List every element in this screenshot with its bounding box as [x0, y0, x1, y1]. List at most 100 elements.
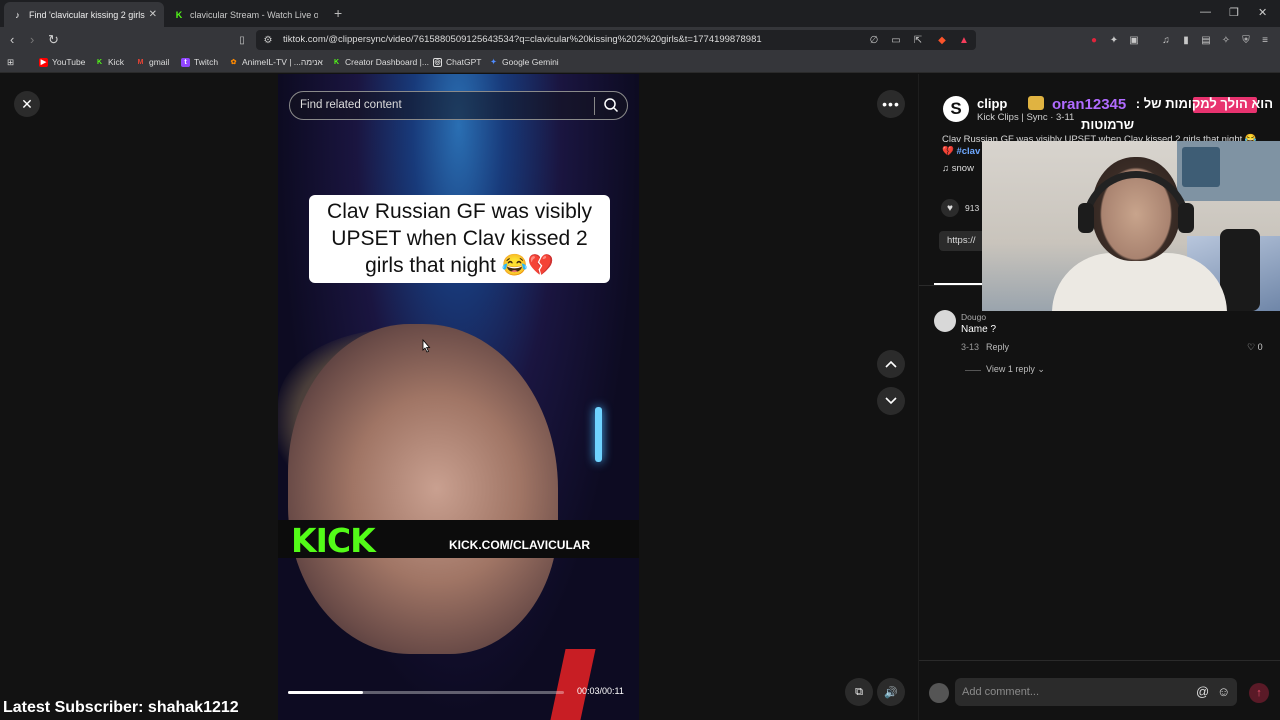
bookmark-youtube[interactable]: ▶ YouTube [39, 57, 85, 67]
emoji-icon[interactable]: ☺ [1217, 684, 1230, 699]
vpn-icon[interactable]: ⛨ [1240, 34, 1252, 46]
twitch-icon: t [181, 57, 190, 67]
details-panel: S clipp Kick Clips | Sync · 3-11 Clav Ru… [918, 74, 1280, 720]
window-close-icon[interactable]: ✕ [1258, 6, 1267, 19]
like-count: 913 [965, 203, 980, 213]
chatgpt-icon: ◎ [433, 57, 442, 67]
tab-tiktok[interactable]: ♪ Find 'clavicular kissing 2 girls ✕ [4, 2, 164, 27]
comment-composer: Add comment... @ ☺ ↑ [919, 660, 1280, 720]
webcam-poster [1182, 147, 1220, 187]
url-text: tiktok.com/@clippersync/video/7615880509… [283, 34, 762, 45]
more-options-button[interactable]: ••• [877, 90, 905, 118]
comment-like-button[interactable]: ♡ 0 [1247, 342, 1263, 353]
author-name[interactable]: clipp [977, 96, 1007, 111]
search-divider [594, 97, 595, 115]
comment-reply-button[interactable]: Reply [986, 342, 1009, 352]
reload-icon[interactable]: ↻ [48, 32, 59, 48]
apps-icon[interactable]: ⊞ [7, 57, 14, 68]
previous-video-button[interactable] [877, 350, 905, 378]
bookmark-animeil[interactable]: ✿ AnimeIL-TV | ...אנימה [229, 57, 323, 67]
streamer-webcam [982, 141, 1280, 311]
bookmark-icon[interactable]: ▯ [236, 34, 248, 46]
chevron-down-icon: ⌄ [1037, 364, 1045, 374]
volume-icon: 🔊 [884, 686, 898, 699]
volume-button[interactable]: 🔊 [877, 678, 905, 706]
pip-button[interactable]: ⧉ [845, 678, 873, 706]
tiktok-video-page: ✕ Find related content Clav Russian GF w… [0, 74, 1280, 720]
extensions-icon[interactable]: ✦ [1108, 34, 1120, 46]
gemini-icon: ✦ [490, 59, 497, 66]
stream-overlay-bar: oran12345 הוא הולך למקומות של : שרמוטות [1019, 94, 1280, 132]
video-progress-bar[interactable] [288, 691, 564, 694]
video-frame-neon-light [595, 407, 602, 462]
post-hashtag[interactable]: 💔 #clav [942, 146, 980, 157]
search-icon[interactable] [603, 97, 619, 113]
media-icon[interactable]: ♫ [1160, 34, 1172, 46]
related-search-placeholder: Find related content [300, 99, 402, 111]
brave-rewards-icon[interactable]: ▲ [958, 34, 970, 46]
tab-strip: ♪ Find 'clavicular kissing 2 girls ✕ K c… [0, 0, 1280, 27]
bookmark-kick[interactable]: K Kick [95, 57, 124, 67]
close-video-button[interactable]: ✕ [14, 91, 40, 117]
bookmark-chatgpt[interactable]: ◎ ChatGPT [433, 57, 481, 67]
related-search-input[interactable]: Find related content [289, 91, 628, 120]
kick-logo: KICK [291, 521, 376, 560]
bookmark-label: gmail [149, 57, 170, 67]
bookmark-label: ChatGPT [446, 57, 482, 67]
kick-banner: KICK KICK.COM/CLAVICULAR [278, 520, 639, 560]
youtube-icon: ▶ [39, 57, 48, 67]
tab-title: Find 'clavicular kissing 2 girls [29, 9, 145, 20]
overlay-message: הוא הולך למקומות של : [1135, 96, 1273, 111]
screenshot-icon[interactable]: ▣ [1128, 34, 1140, 46]
wallet-icon[interactable]: ▤ [1200, 34, 1212, 46]
video-progress-fill [288, 691, 363, 694]
chevron-down-icon [885, 397, 897, 405]
brave-shield-icon[interactable]: ◆ [936, 34, 948, 46]
minimize-icon[interactable]: — [1200, 6, 1211, 18]
view-replies-button[interactable]: View 1 reply ⌄ [986, 364, 1045, 375]
mention-icon[interactable]: @ [1196, 684, 1209, 699]
bookmark-gemini[interactable]: ✦ Google Gemini [489, 57, 559, 67]
url-field[interactable]: ⚙ tiktok.com/@clippersync/video/76158805… [256, 30, 976, 50]
cast-icon[interactable]: ▭ [890, 34, 902, 46]
new-tab-button[interactable]: + [334, 5, 342, 21]
forward-icon[interactable]: › [30, 32, 34, 47]
post-music[interactable]: ♫ snow [942, 163, 974, 174]
bookmark-label: Kick [108, 57, 125, 67]
tab-title: clavicular Stream - Watch Live on Kic [190, 9, 318, 20]
maximize-icon[interactable]: ❐ [1229, 6, 1239, 19]
back-icon[interactable]: ‹ [10, 32, 14, 47]
site-info-icon[interactable]: ⚙ [262, 34, 274, 46]
bookmark-twitch[interactable]: t Twitch [181, 57, 218, 67]
kick-url: KICK.COM/CLAVICULAR [449, 538, 591, 552]
comment-user[interactable]: Dougo [961, 312, 986, 322]
leo-ai-icon[interactable]: ✧ [1220, 34, 1232, 46]
tab-kick[interactable]: K clavicular Stream - Watch Live on Kic [166, 2, 326, 27]
video-player[interactable]: Find related content Clav Russian GF was… [278, 74, 639, 720]
comment-avatar[interactable] [934, 310, 956, 332]
comment-text: Name ? [961, 324, 997, 335]
author-avatar[interactable]: S [943, 96, 969, 122]
video-caption: Clav Russian GF was visibly UPSET when C… [309, 195, 610, 283]
menu-icon[interactable]: ≡ [1259, 34, 1271, 46]
video-frame-face [288, 324, 558, 654]
comment-input[interactable]: Add comment... @ ☺ [955, 678, 1237, 706]
chevron-up-icon [885, 360, 897, 368]
bookmark-gmail[interactable]: Mgmail [136, 57, 170, 67]
next-video-button[interactable] [877, 387, 905, 415]
heart-icon: ♥ [941, 199, 959, 217]
view-replies-label: View 1 reply [986, 364, 1035, 374]
send-comment-button[interactable]: ↑ [1249, 683, 1269, 703]
record-icon[interactable]: ● [1088, 34, 1100, 46]
bookmark-creator-dashboard[interactable]: K Creator Dashboard |... [332, 57, 429, 67]
no-tracking-icon[interactable]: ∅ [868, 34, 880, 46]
bookmark-label: Twitch [194, 57, 219, 67]
sidebar-icon[interactable]: ▮ [1180, 34, 1192, 46]
kick-icon: K [175, 9, 183, 20]
share-icon[interactable]: ⇱ [912, 34, 924, 46]
comment-date: 3-13 [961, 342, 980, 352]
gmail-icon: M [137, 58, 144, 66]
tab-close-icon[interactable]: ✕ [149, 9, 157, 20]
bookmark-label: Google Gemini [502, 57, 559, 67]
subscriber-badge-icon [1028, 96, 1044, 110]
